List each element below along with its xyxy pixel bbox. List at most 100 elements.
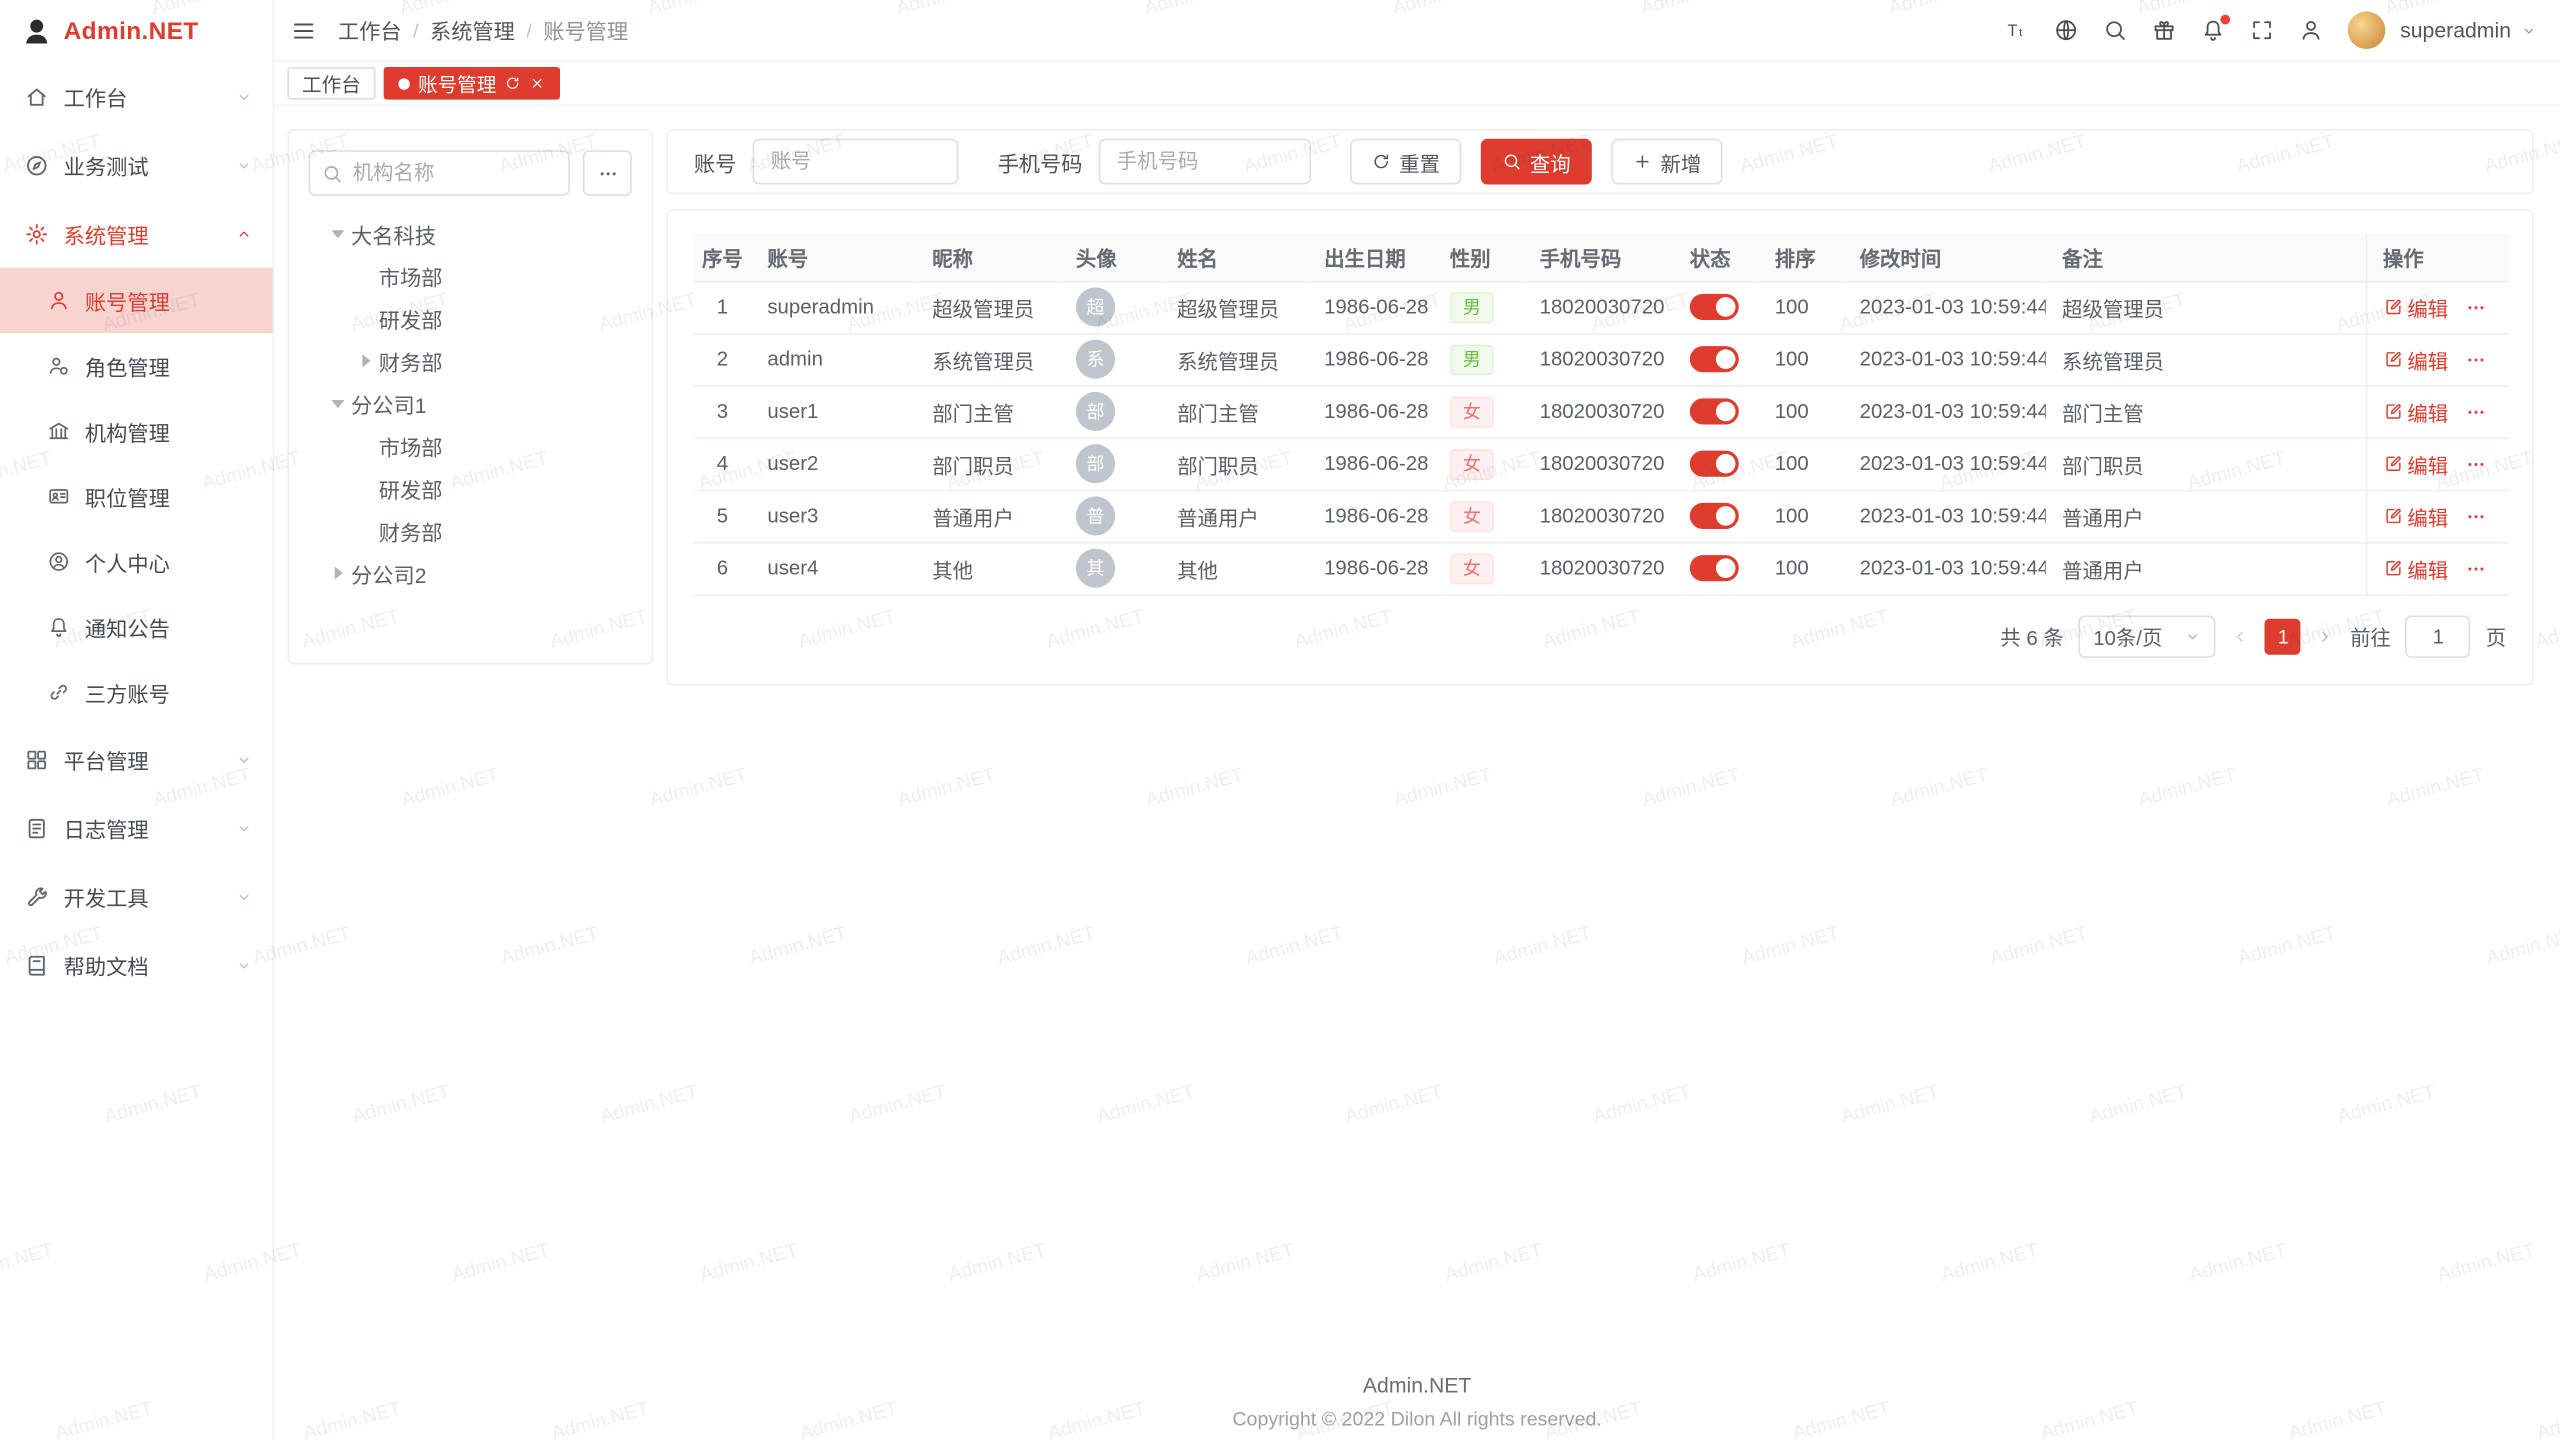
prev-page-button[interactable] — [2231, 626, 2251, 646]
caret-down-icon[interactable] — [325, 229, 351, 237]
table-row: 6user4其他其其他1986-06-28女180200307201002023… — [694, 542, 2510, 594]
content: 大名科技市场部研发部财务部分公司1市场部研发部财务部分公司2 账号 手机号码 重… — [274, 106, 2560, 1440]
edit-button[interactable]: 编辑 — [2383, 291, 2448, 322]
cell-gender: 男 — [1433, 281, 1523, 333]
tree-node-label: 分公司1 — [351, 388, 426, 419]
right-column: 账号 手机号码 重置 查询 新增 — [666, 129, 2534, 685]
sidebar-item-role-management[interactable]: 角色管理 — [0, 333, 273, 398]
status-toggle[interactable] — [1690, 398, 1739, 424]
status-toggle[interactable] — [1690, 555, 1739, 581]
row-more-button[interactable] — [2465, 505, 2486, 526]
sidebar-item-workbench[interactable]: 工作台 — [0, 62, 273, 131]
sidebar-item-system-management[interactable]: 系统管理 — [0, 199, 273, 268]
sidebar-item-personal-center[interactable]: 个人中心 — [0, 529, 273, 594]
profile-icon — [47, 550, 70, 573]
status-toggle[interactable] — [1690, 294, 1739, 320]
column-header-modified: 修改时间 — [1843, 233, 2045, 280]
phone-input[interactable] — [1099, 139, 1311, 185]
cell-birthdate: 1986-06-28 — [1308, 333, 1434, 385]
edit-button[interactable]: 编辑 — [2383, 396, 2448, 427]
row-more-button[interactable] — [2465, 453, 2486, 474]
search-icon[interactable] — [2103, 18, 2127, 42]
cell-status — [1673, 333, 1758, 385]
fullscreen-icon[interactable] — [2250, 18, 2274, 42]
language-icon[interactable] — [2054, 18, 2078, 42]
notification-icon[interactable] — [2201, 18, 2225, 42]
tree-node[interactable]: 大名科技 — [309, 212, 632, 254]
tab-workbench[interactable]: 工作台 — [287, 67, 375, 100]
tree-node[interactable]: 分公司2 — [309, 552, 632, 594]
search-icon — [1502, 152, 1522, 172]
gear-icon — [24, 221, 48, 245]
guide-icon — [24, 153, 48, 177]
username[interactable]: superadmin — [2400, 18, 2511, 42]
refresh-icon[interactable] — [505, 75, 521, 91]
user-icon — [47, 289, 70, 312]
tree-node[interactable]: 研发部 — [309, 297, 632, 339]
status-toggle[interactable] — [1690, 346, 1739, 372]
goto-page-input[interactable] — [2406, 615, 2471, 657]
cell-remark: 普通用户 — [2046, 490, 2366, 542]
sidebar-item-org-management[interactable]: 机构管理 — [0, 398, 273, 463]
add-button[interactable]: 新增 — [1612, 139, 1723, 185]
caret-right-icon[interactable] — [353, 354, 379, 367]
menu-collapse-icon[interactable] — [291, 17, 317, 43]
tree-node[interactable]: 财务部 — [309, 509, 632, 551]
org-search-input[interactable] — [309, 150, 570, 196]
tree-node[interactable]: 分公司1 — [309, 382, 632, 424]
reset-button[interactable]: 重置 — [1350, 139, 1461, 185]
edit-button[interactable]: 编辑 — [2383, 344, 2448, 375]
tree-node[interactable]: 市场部 — [309, 424, 632, 466]
edit-button[interactable]: 编辑 — [2383, 448, 2448, 479]
cell-actions: 编辑 — [2366, 333, 2510, 385]
tab-account-management[interactable]: 账号管理 — [384, 67, 560, 100]
caret-right-icon[interactable] — [325, 567, 351, 580]
user-avatar[interactable] — [2348, 11, 2386, 49]
sidebar-item-log-management[interactable]: 日志管理 — [0, 793, 273, 862]
row-more-button[interactable] — [2465, 558, 2486, 579]
edit-button[interactable]: 编辑 — [2383, 553, 2448, 584]
sidebar-item-post-management[interactable]: 职位管理 — [0, 464, 273, 529]
theme-icon[interactable] — [2152, 18, 2176, 42]
edit-button[interactable]: 编辑 — [2383, 500, 2448, 531]
row-more-button[interactable] — [2465, 296, 2486, 317]
font-size-icon[interactable]: Tt — [2005, 18, 2029, 42]
search-button[interactable]: 查询 — [1481, 139, 1592, 185]
profile-icon[interactable] — [2299, 18, 2323, 42]
sidebar-item-biz-test[interactable]: 业务测试 — [0, 131, 273, 200]
sidebar-item-dev-tools[interactable]: 开发工具 — [0, 862, 273, 931]
table-panel: 序号账号昵称头像姓名出生日期性别手机号码状态排序修改时间备注操作1superad… — [666, 209, 2534, 685]
edit-icon — [2383, 454, 2403, 474]
cell-birthdate: 1986-06-28 — [1308, 438, 1434, 490]
account-input[interactable] — [753, 139, 959, 185]
status-toggle[interactable] — [1690, 451, 1739, 477]
page-size-select[interactable]: 10条/页 — [2078, 615, 2216, 657]
breadcrumb-item[interactable]: 系统管理 — [430, 15, 515, 46]
status-toggle[interactable] — [1690, 503, 1739, 529]
row-avatar: 普 — [1076, 496, 1115, 535]
tree-node[interactable]: 财务部 — [309, 340, 632, 382]
column-header-nickname: 昵称 — [916, 233, 1060, 280]
row-more-button[interactable] — [2465, 401, 2486, 422]
sidebar-item-notice[interactable]: 通知公告 — [0, 594, 273, 659]
sidebar-item-platform-management[interactable]: 平台管理 — [0, 725, 273, 794]
brand-logo-icon — [21, 16, 52, 47]
close-icon[interactable] — [529, 75, 545, 91]
row-more-button[interactable] — [2465, 349, 2486, 370]
caret-down-icon[interactable] — [325, 399, 351, 407]
page-number-button[interactable]: 1 — [2265, 618, 2301, 654]
sidebar-item-help-docs[interactable]: 帮助文档 — [0, 931, 273, 1000]
cell-actions: 编辑 — [2366, 385, 2510, 437]
cell-sort: 100 — [1758, 333, 1843, 385]
top-navbar: 工作台/系统管理/账号管理 Ttsuperadmin — [274, 0, 2560, 62]
next-page-button[interactable] — [2316, 626, 2336, 646]
sidebar-item-third-account[interactable]: 三方账号 — [0, 660, 273, 725]
tree-node[interactable]: 市场部 — [309, 255, 632, 297]
tree-more-button[interactable] — [583, 150, 632, 196]
breadcrumb-item[interactable]: 工作台 — [338, 15, 402, 46]
table-row: 1superadmin超级管理员超超级管理员1986-06-28男1802003… — [694, 281, 2510, 333]
sidebar-item-account-management[interactable]: 账号管理 — [0, 268, 273, 333]
tree-node[interactable]: 研发部 — [309, 467, 632, 509]
cell-modified: 2023-01-03 10:59:44 — [1843, 490, 2045, 542]
logo[interactable]: Admin.NET — [0, 0, 273, 62]
